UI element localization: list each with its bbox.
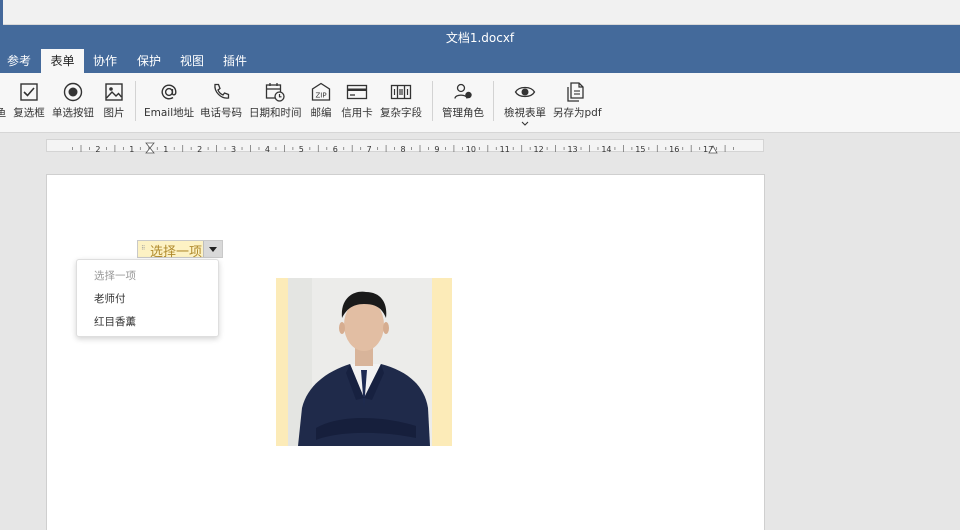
- document-title: 文档1.docxf: [445, 31, 515, 45]
- ruler-number: 3: [231, 145, 236, 154]
- dropdown-option-placeholder[interactable]: 选择一项: [94, 268, 136, 283]
- toolbar-separator: [432, 81, 433, 121]
- ruler-number: 6: [333, 145, 338, 154]
- tool-cutoff[interactable]: 鱼: [0, 81, 8, 127]
- chevron-down-icon[interactable]: [521, 121, 529, 126]
- zip-tool[interactable]: ZIP 邮编: [308, 81, 334, 127]
- tab-collaboration[interactable]: 协作: [86, 49, 124, 73]
- combo-box-dropdown: 选择一项 老师付 红目香薰: [76, 259, 219, 337]
- date-time-tool[interactable]: 日期和时间: [249, 81, 302, 127]
- checkbox-icon: [12, 81, 46, 103]
- title-bar: 文档1.docxf: [0, 25, 960, 49]
- save-as-pdf-tool[interactable]: 另存为pdf: [553, 81, 602, 127]
- ruler-number: 11: [500, 145, 510, 154]
- ruler-number: 7: [367, 145, 372, 154]
- top-strip: [0, 0, 960, 25]
- ruler-number: 13: [567, 145, 577, 154]
- ruler-number: 5: [299, 145, 304, 154]
- person-photo: [288, 278, 432, 446]
- ruler-number: 1: [163, 145, 168, 154]
- image-label: 图片: [103, 107, 125, 119]
- ruler-number: 14: [601, 145, 611, 154]
- partial-icon: [0, 81, 8, 103]
- ribbon-toolbar: 鱼 复选框 单选按钮 图片 Email地址 电话号码 日期和时间 ZIP 邮编 …: [0, 73, 960, 133]
- ruler-number: 8: [401, 145, 406, 154]
- ruler-number: 16: [669, 145, 679, 154]
- toolbar-separator: [135, 81, 136, 121]
- ribbon-tabs: 参考 表单 协作 保护 视图 插件: [0, 49, 960, 73]
- ruler-number: 9: [434, 145, 439, 154]
- tab-view[interactable]: 视图: [173, 49, 211, 73]
- ruler-number: 2: [197, 145, 202, 154]
- eye-icon: [502, 81, 548, 103]
- ruler-number: 2: [95, 145, 100, 154]
- phone-tool[interactable]: 电话号码: [199, 81, 243, 127]
- credit-card-icon: [340, 81, 374, 103]
- indent-marker[interactable]: [145, 142, 155, 154]
- dropdown-option[interactable]: 红目香薰: [94, 314, 136, 329]
- combo-box-value: 选择一项: [150, 245, 203, 260]
- image-tool[interactable]: 图片: [101, 81, 127, 127]
- drag-handle-icon[interactable]: ⠿: [141, 245, 145, 252]
- tab-protection[interactable]: 保护: [130, 49, 168, 73]
- checkbox-button[interactable]: 复选框: [12, 81, 46, 127]
- credit-card-tool[interactable]: 信用卡: [340, 81, 374, 127]
- combo-box-field[interactable]: ⠿ 选择一项: [137, 240, 223, 260]
- complex-field-label: 复杂字段: [380, 107, 422, 119]
- phone-icon: [199, 81, 243, 103]
- phone-label: 电话号码: [200, 107, 242, 119]
- complex-field-icon: [380, 81, 422, 103]
- dropdown-arrow-icon[interactable]: [203, 241, 222, 257]
- ruler-number: 15: [635, 145, 645, 154]
- svg-text:ZIP: ZIP: [315, 92, 326, 100]
- radio-button-icon: [52, 81, 94, 103]
- zip-label: 邮编: [310, 107, 332, 119]
- image-placeholder[interactable]: [276, 278, 452, 446]
- toolbar-separator: [493, 81, 494, 121]
- checkbox-label: 复选框: [13, 107, 45, 119]
- zip-icon: ZIP: [308, 81, 334, 103]
- at-sign-icon: [144, 81, 194, 103]
- view-form-tool[interactable]: 檢視表單: [502, 81, 548, 127]
- manage-roles-icon: [441, 81, 485, 103]
- ruler-number: 4: [265, 145, 270, 154]
- image-icon: [101, 81, 127, 103]
- ruler-number: 12: [534, 145, 544, 154]
- email-tool[interactable]: Email地址: [144, 81, 194, 127]
- ruler-bar: 2 1 1 2 3 4 5 6 7 8 9 10 11 12 13 14 15 16 17: [0, 134, 960, 158]
- save-pdf-icon: [553, 81, 599, 103]
- top-strip-edge: [0, 0, 3, 25]
- horizontal-ruler[interactable]: 2 1 1 2 3 4 5 6 7 8 9 10 11 12 13 14 15 16 17: [46, 139, 764, 154]
- ruler-number: 1: [129, 145, 134, 154]
- credit-card-label: 信用卡: [341, 107, 373, 119]
- manage-roles-label: 管理角色: [442, 107, 484, 119]
- ruler-scale: 2 1 1 2 3 4 5 6 7 8 9 10 11 12 13 14 15 16 17: [72, 142, 734, 154]
- view-form-label: 檢視表單: [504, 107, 546, 119]
- save-as-pdf-label: 另存为pdf: [553, 107, 602, 119]
- email-label: Email地址: [144, 107, 195, 119]
- manage-roles-tool[interactable]: 管理角色: [441, 81, 485, 127]
- complex-field-tool[interactable]: 复杂字段: [380, 81, 422, 127]
- tab-plugins[interactable]: 插件: [216, 49, 254, 73]
- dropdown-option[interactable]: 老师付: [94, 291, 126, 306]
- calendar-clock-icon: [249, 81, 301, 103]
- ruler-number: 10: [466, 145, 476, 154]
- tool-cutoff-label: 鱼: [0, 107, 7, 119]
- radio-button-label: 单选按钮: [52, 107, 94, 119]
- tab-forms[interactable]: 表单: [41, 49, 84, 73]
- tab-references[interactable]: 参考: [0, 49, 38, 73]
- date-time-label: 日期和时间: [249, 107, 302, 119]
- radio-button-tool[interactable]: 单选按钮: [52, 81, 94, 127]
